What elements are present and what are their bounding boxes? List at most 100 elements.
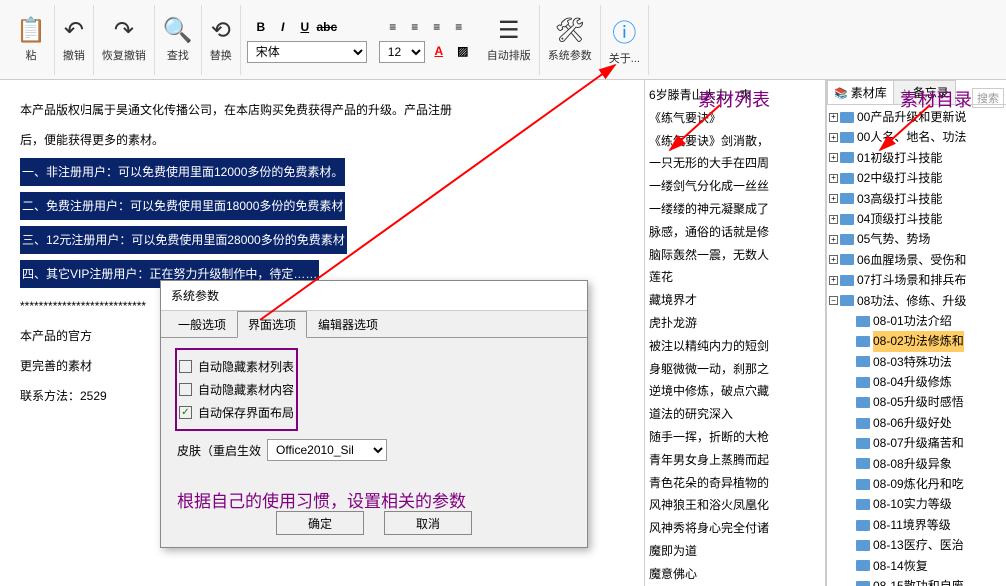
dialog-tab-editor[interactable]: 编辑器选项 xyxy=(307,311,389,338)
list-item[interactable]: 莲花 xyxy=(649,266,821,289)
tree-item[interactable]: 08-07升级痛苦和 xyxy=(829,433,1004,453)
list-item[interactable]: 随手一挥，折断的大枪 xyxy=(649,426,821,449)
tree-item[interactable]: 08-10实力等级 xyxy=(829,494,1004,514)
tree-label: 08-09炼化丹和吃 xyxy=(873,474,964,494)
tree-label: 08-10实力等级 xyxy=(873,494,952,514)
checkbox[interactable]: ✓ xyxy=(179,406,192,419)
tree-item[interactable]: 08-03特殊功法 xyxy=(829,352,1004,372)
align-center-icon[interactable]: ≡ xyxy=(405,17,425,37)
ok-button[interactable]: 确定 xyxy=(276,511,364,535)
underline-button[interactable]: U xyxy=(295,17,315,37)
expand-icon[interactable]: − xyxy=(829,296,838,305)
tree-label: 08-01功法介绍 xyxy=(873,311,952,331)
tree-item[interactable]: 08-01功法介绍 xyxy=(829,311,1004,331)
tree-item[interactable]: 08-08升级异象 xyxy=(829,454,1004,474)
folder-icon xyxy=(856,418,870,429)
tree-item[interactable]: 08-11境界等级 xyxy=(829,515,1004,535)
dialog-tab-general[interactable]: 一般选项 xyxy=(167,311,237,338)
list-item[interactable]: 道法的研究深入 xyxy=(649,403,821,426)
tree-label: 08-15散功和自废 xyxy=(873,576,964,586)
paste-group[interactable]: 📋 粘 xyxy=(8,5,55,75)
tree-label: 04顶级打斗技能 xyxy=(857,209,942,229)
tree-item[interactable]: +01初级打斗技能 xyxy=(829,148,1004,168)
italic-button[interactable]: I xyxy=(273,17,293,37)
find-label: 查找 xyxy=(167,47,189,63)
expand-icon[interactable]: + xyxy=(829,133,838,142)
about-button[interactable]: ⓘ 关于... xyxy=(601,5,649,75)
tree-item[interactable]: +02中级打斗技能 xyxy=(829,168,1004,188)
replace-button[interactable]: ⟲ 替换 xyxy=(202,5,241,75)
undo-button[interactable]: ↶ 撤销 xyxy=(55,5,94,75)
auto-layout-label: 自动排版 xyxy=(487,47,531,63)
list-item[interactable]: 脑际轰然一震，无数人 xyxy=(649,244,821,267)
expand-icon[interactable]: + xyxy=(829,174,838,183)
auto-layout-button[interactable]: ☰ 自动排版 xyxy=(479,5,540,75)
list-item[interactable]: 风神秀将身心完全付诸 xyxy=(649,517,821,540)
list-item[interactable]: 一只无形的大手在四周 xyxy=(649,152,821,175)
expand-icon[interactable]: + xyxy=(829,113,838,122)
tree[interactable]: +00产品升级和更新说+00人名、地名、功法+01初级打斗技能+02中级打斗技能… xyxy=(827,105,1006,586)
tree-item[interactable]: +04顶级打斗技能 xyxy=(829,209,1004,229)
expand-icon[interactable]: + xyxy=(829,215,838,224)
tree-item[interactable]: 08-14恢复 xyxy=(829,556,1004,576)
find-button[interactable]: 🔍 查找 xyxy=(155,5,202,75)
tree-item[interactable]: +06血腥场景、受伤和 xyxy=(829,250,1004,270)
tree-item[interactable]: 08-06升级好处 xyxy=(829,413,1004,433)
checkbox[interactable] xyxy=(179,360,192,373)
tree-item[interactable]: 08-15散功和自废 xyxy=(829,576,1004,586)
list-item[interactable]: 逆境中修炼，破点穴藏 xyxy=(649,380,821,403)
sys-params-button[interactable]: 🛠 系统参数 xyxy=(540,5,601,75)
tree-item[interactable]: +00人名、地名、功法 xyxy=(829,127,1004,147)
tree-label: 03高级打斗技能 xyxy=(857,189,942,209)
align-justify-icon[interactable]: ≡ xyxy=(449,17,469,37)
font-select[interactable]: 宋体 xyxy=(247,41,367,63)
expand-icon[interactable]: + xyxy=(829,255,838,264)
editor-line: 后，便能获得更多的素材。 xyxy=(20,133,164,147)
tree-item[interactable]: 08-13医疗、医治 xyxy=(829,535,1004,555)
font-color-button[interactable]: A xyxy=(429,41,449,61)
list-item[interactable]: 脉感，通俗的话就是修 xyxy=(649,221,821,244)
redo-button[interactable]: ↷ 恢复撤销 xyxy=(94,5,155,75)
list-item[interactable]: 被注以精纯内力的短剑 xyxy=(649,335,821,358)
tree-item[interactable]: 08-04升级修炼 xyxy=(829,372,1004,392)
folder-icon xyxy=(856,356,870,367)
list-item[interactable]: 身躯微微一动，刹那之 xyxy=(649,358,821,381)
list-item[interactable]: 青色花朵的奇异植物的 xyxy=(649,472,821,495)
expand-icon[interactable]: + xyxy=(829,194,838,203)
skin-select[interactable]: Office2010_Sil xyxy=(267,439,387,461)
tree-item[interactable]: +05气势、势场 xyxy=(829,229,1004,249)
size-select[interactable]: 12 xyxy=(379,41,425,63)
align-left-icon[interactable]: ≡ xyxy=(383,17,403,37)
list-item[interactable]: 风神狼王和浴火凤凰化 xyxy=(649,494,821,517)
list-item[interactable]: 虎扑龙游 xyxy=(649,312,821,335)
list-item[interactable]: 魔即为道 xyxy=(649,540,821,563)
list-item[interactable]: 藏境界才 xyxy=(649,289,821,312)
tree-item[interactable]: 08-02功法修炼和 xyxy=(829,331,1004,351)
tree-item[interactable]: 08-05升级时感悟 xyxy=(829,392,1004,412)
tree-item[interactable]: 08-09炼化丹和吃 xyxy=(829,474,1004,494)
list-item[interactable]: 青年男女身上蒸腾而起 xyxy=(649,449,821,472)
list-item[interactable]: 《练气要诀》剑消散， xyxy=(649,130,821,153)
expand-icon[interactable]: + xyxy=(829,153,838,162)
strike-button[interactable]: abc xyxy=(317,17,337,37)
cancel-button[interactable]: 取消 xyxy=(384,511,472,535)
tab-material-lib[interactable]: 📚 素材库 xyxy=(827,80,894,104)
about-label: 关于... xyxy=(609,50,640,66)
highlight-button[interactable]: ▨ xyxy=(453,41,473,61)
tree-label: 06血腥场景、受伤和 xyxy=(857,250,966,270)
expand-icon[interactable]: + xyxy=(829,276,838,285)
list-item[interactable]: 魔意佛心 xyxy=(649,563,821,586)
bold-button[interactable]: B xyxy=(251,17,271,37)
tree-item[interactable]: +03高级打斗技能 xyxy=(829,189,1004,209)
material-list-panel: 6岁滕青山大力，爽《练气要诀》《练气要诀》剑消散，一只无形的大手在四周一缕剑气分… xyxy=(644,80,826,586)
list-item[interactable]: 一缕剑气分化成一丝丝 xyxy=(649,175,821,198)
dialog-tab-ui[interactable]: 界面选项 xyxy=(237,311,307,338)
tree-item[interactable]: +07打斗场景和排兵布 xyxy=(829,270,1004,290)
align-right-icon[interactable]: ≡ xyxy=(427,17,447,37)
expand-icon[interactable]: + xyxy=(829,235,838,244)
checkbox[interactable] xyxy=(179,383,192,396)
tree-item[interactable]: −08功法、修练、升级 xyxy=(829,291,1004,311)
search-input[interactable]: 搜索 xyxy=(972,88,1004,108)
list-item[interactable]: 一缕缕的神元凝聚成了 xyxy=(649,198,821,221)
folder-icon xyxy=(856,336,870,347)
